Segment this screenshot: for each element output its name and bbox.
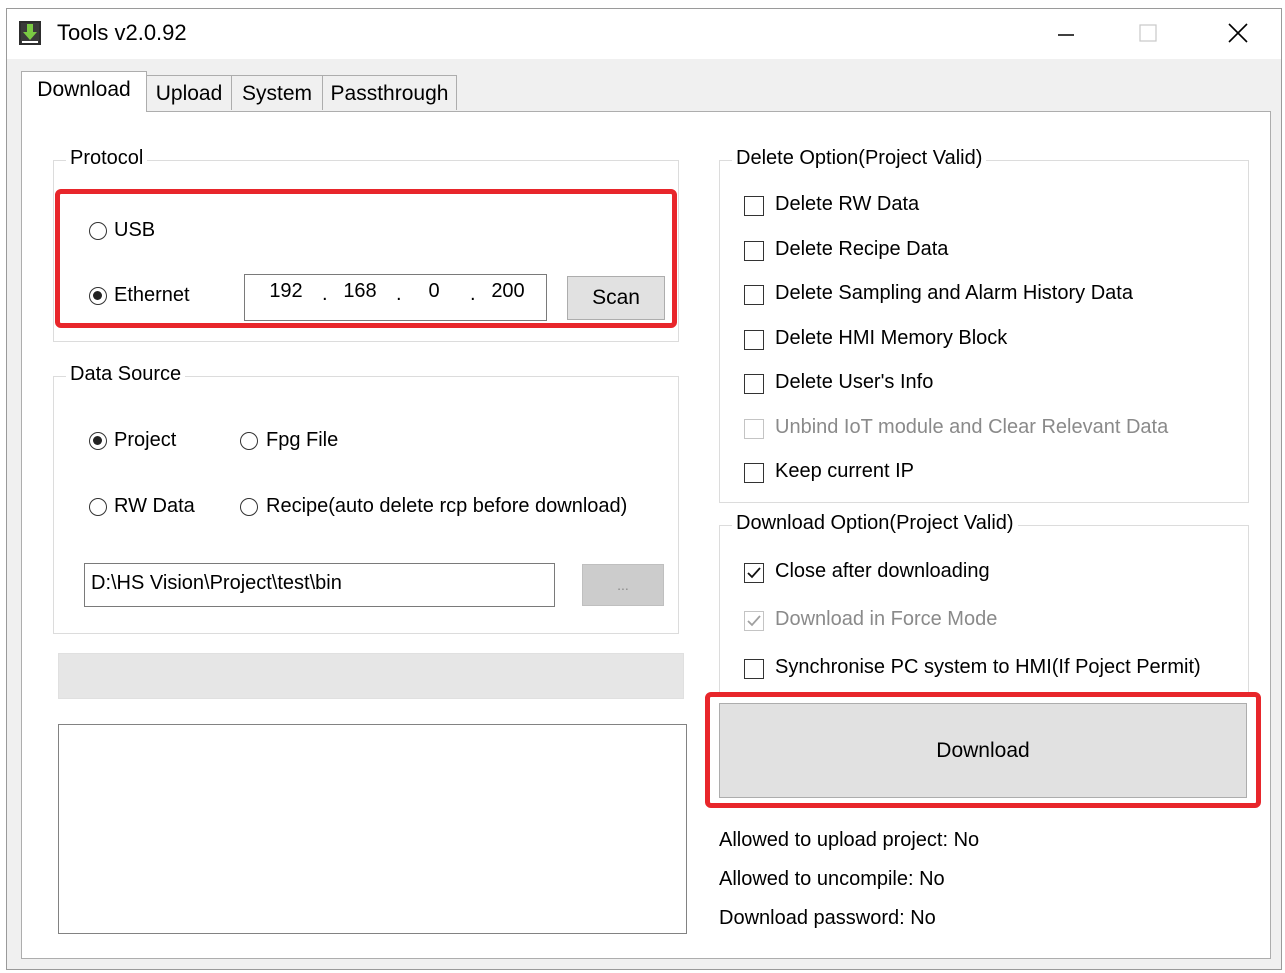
download-option-checkbox-1[interactable] <box>744 611 764 631</box>
browse-button[interactable]: ... <box>582 564 664 606</box>
tab-system[interactable]: System <box>231 75 323 110</box>
recipe-radio[interactable] <box>240 498 258 516</box>
title-bar: Tools v2.0.92 <box>7 9 1281 59</box>
minimize-icon <box>1058 34 1074 36</box>
tools-window: Tools v2.0.92 Download Upload System Pas… <box>6 8 1282 970</box>
download-option-label-0: Close after downloading <box>775 560 990 582</box>
delete-option-checkbox-2[interactable] <box>744 285 764 305</box>
download-app-icon <box>19 21 41 45</box>
upload-allowed-text: Allowed to upload project: No <box>719 829 980 851</box>
maximize-icon <box>1139 24 1157 42</box>
fpg-file-radio[interactable] <box>240 432 258 450</box>
rw-data-radio[interactable] <box>89 498 107 516</box>
delete-option-checkbox-6[interactable] <box>744 463 764 483</box>
download-password-text: Download password: No <box>719 907 936 929</box>
delete-option-label-3: Delete HMI Memory Block <box>775 326 1008 349</box>
delete-option-checkbox-4[interactable] <box>744 374 764 394</box>
download-option-checkbox-0[interactable] <box>744 563 764 583</box>
checkmark-icon <box>747 567 761 579</box>
download-option-label-1: Download in Force Mode <box>775 608 998 630</box>
download-option-label-2: Synchronise PC system to HMI(If Poject P… <box>775 656 1201 678</box>
project-radio[interactable] <box>89 432 107 450</box>
recipe-label: Recipe(auto delete rcp before download) <box>266 495 628 517</box>
download-option-checkbox-2[interactable] <box>744 659 764 679</box>
checkmark-icon <box>747 615 761 627</box>
download-tab-panel: Protocol USB Ethernet 192 . 168 . 0 . 20… <box>21 111 1271 959</box>
ip-dot: . <box>322 283 328 305</box>
delete-option-label-4: Delete User's Info <box>775 371 934 393</box>
ip-dot: . <box>396 283 402 305</box>
ip-address-input[interactable]: 192 . 168 . 0 . 200 <box>244 274 547 321</box>
delete-option-label-0: Delete RW Data <box>775 193 920 215</box>
protocol-legend: Protocol <box>66 147 148 170</box>
download-option-legend: Download Option(Project Valid) <box>732 512 1018 535</box>
minimize-button[interactable] <box>1035 9 1097 57</box>
tab-passthrough[interactable]: Passthrough <box>322 75 457 110</box>
rw-data-label: RW Data <box>114 495 195 517</box>
delete-option-checkbox-5[interactable] <box>744 418 764 439</box>
delete-option-checkbox-0[interactable] <box>744 196 764 216</box>
delete-option-checkbox-1[interactable] <box>744 240 764 261</box>
tab-upload[interactable]: Upload <box>146 75 232 110</box>
ip-octet-3: 0 <box>428 280 440 302</box>
usb-label: USB <box>114 219 156 241</box>
maximize-button[interactable] <box>1117 9 1179 57</box>
delete-option-label-6: Keep current IP <box>775 460 914 482</box>
uncompile-allowed-text: Allowed to uncompile: No <box>719 868 945 890</box>
window-title: Tools v2.0.92 <box>57 20 187 45</box>
delete-option-checkbox-3[interactable] <box>744 329 764 350</box>
tab-strip: Download Upload System Passthrough <box>7 59 1281 112</box>
ip-dot: . <box>470 283 476 305</box>
delete-option-label-5: Unbind IoT module and Clear Relevant Dat… <box>775 415 1169 438</box>
delete-option-legend: Delete Option(Project Valid) <box>732 147 987 170</box>
close-icon <box>1228 23 1248 43</box>
delete-option-label-2: Delete Sampling and Alarm History Data <box>775 282 1133 304</box>
usb-radio[interactable] <box>89 222 107 240</box>
scan-button[interactable]: Scan <box>567 276 665 320</box>
tab-download[interactable]: Download <box>21 71 147 112</box>
close-button[interactable] <box>1207 9 1269 57</box>
log-output[interactable] <box>58 724 687 934</box>
ethernet-label: Ethernet <box>114 284 190 306</box>
ip-octet-1: 192 <box>269 280 303 302</box>
project-label: Project <box>114 429 177 451</box>
download-button[interactable]: Download <box>719 703 1247 798</box>
data-source-legend: Data Source <box>66 363 186 386</box>
path-input[interactable]: D:\HS Vision\Project\test\bin <box>84 563 555 607</box>
progress-bar <box>58 653 684 699</box>
fpg-file-label: Fpg File <box>266 429 339 451</box>
delete-option-label-1: Delete Recipe Data <box>775 237 949 260</box>
ethernet-radio[interactable] <box>89 287 107 305</box>
ip-octet-2: 168 <box>343 280 377 302</box>
ip-octet-4: 200 <box>491 280 525 302</box>
